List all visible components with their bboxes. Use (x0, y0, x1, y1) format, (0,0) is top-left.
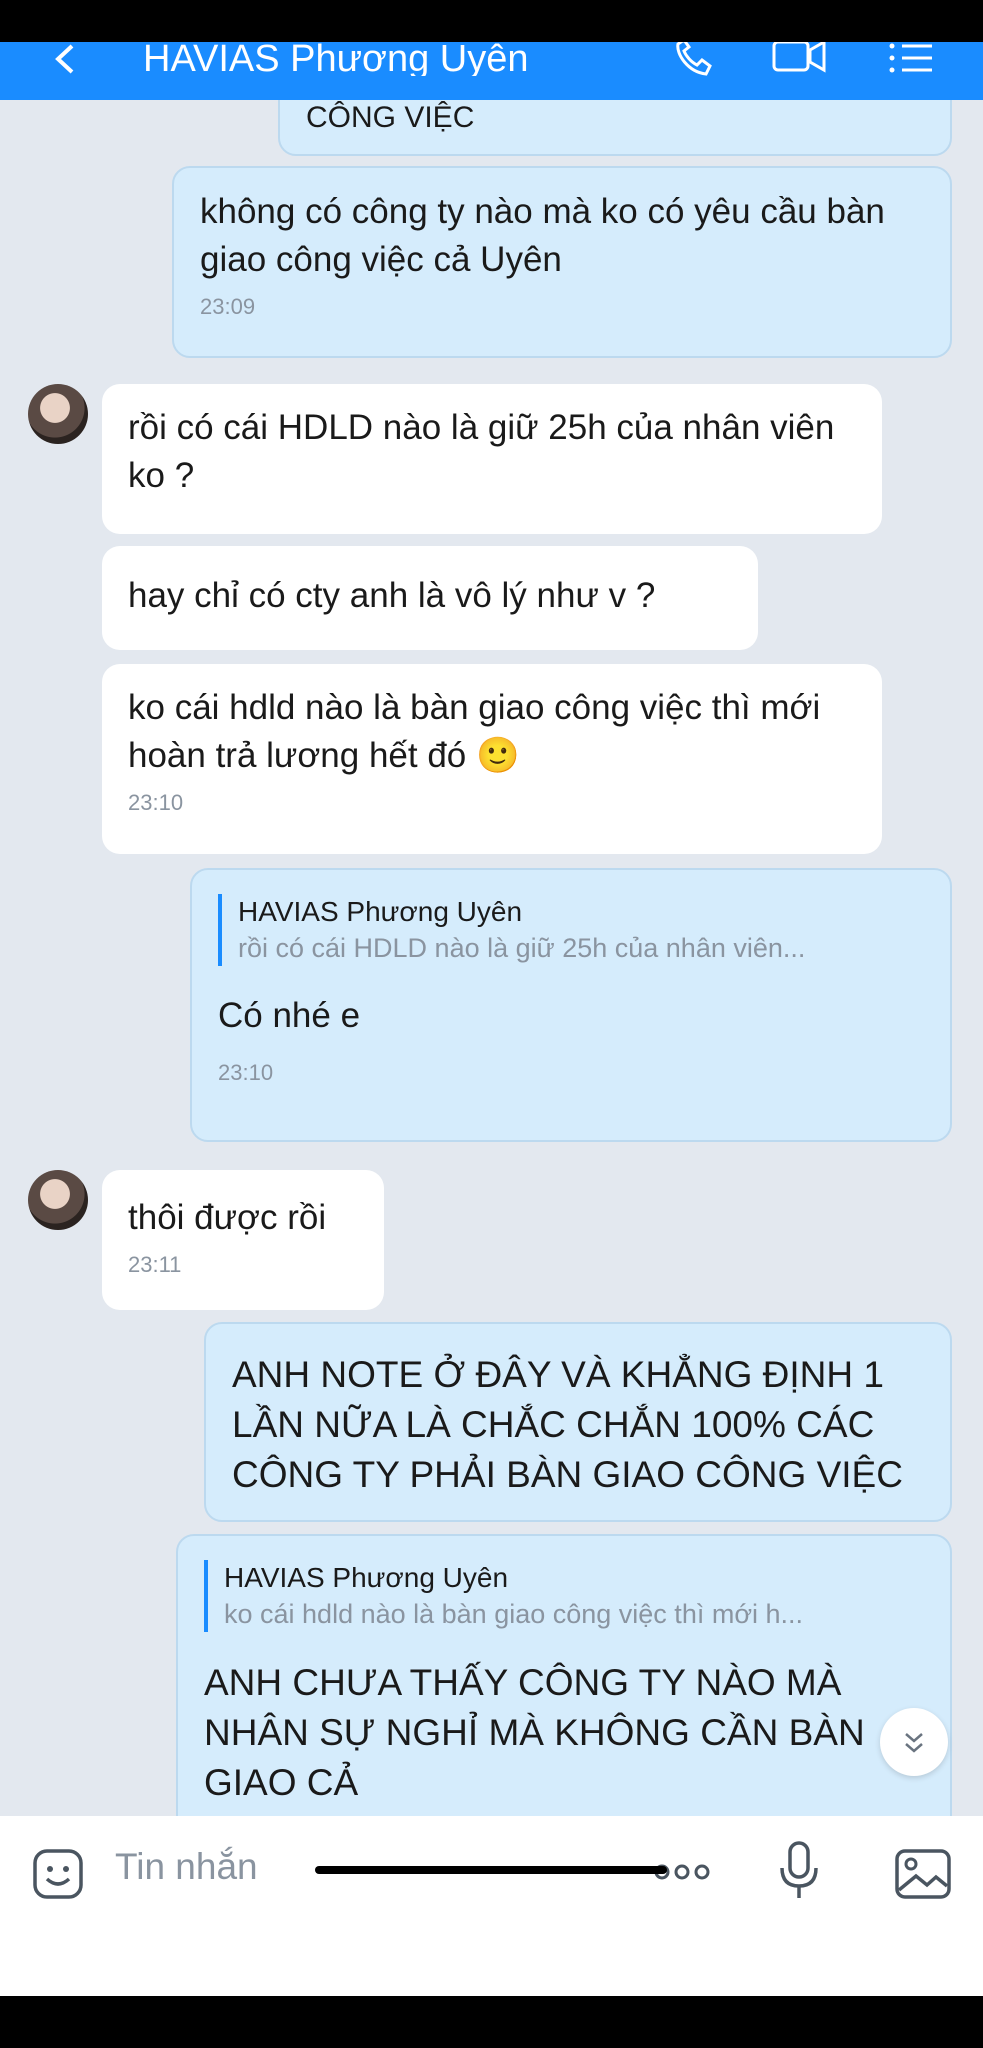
message-bubble-incoming[interactable]: rồi có cái HDLD nào là giữ 25h của nhân … (102, 384, 882, 534)
message-text: thôi được rồi (128, 1198, 327, 1237)
sticker-icon[interactable] (32, 1848, 84, 1905)
message-text: ko cái hdld nào là bàn giao công việc th… (128, 688, 821, 775)
reply-quote[interactable]: HAVIAS Phương Uyên ko cái hdld nào là bà… (204, 1560, 924, 1632)
smile-emoji-icon: 🙂 (476, 736, 520, 775)
message-bubble-incoming[interactable]: hay chỉ có cty anh là vô lý như v ? (102, 546, 758, 650)
menu-icon[interactable] (886, 42, 936, 78)
phone-icon[interactable] (668, 37, 718, 78)
message-timestamp: 23:09 (200, 294, 256, 319)
quote-author: HAVIAS Phương Uyên (238, 896, 523, 927)
quote-author: HAVIAS Phương Uyên (224, 1562, 509, 1593)
double-chevron-down-icon[interactable] (880, 1708, 948, 1776)
more-icon[interactable] (652, 1860, 712, 1889)
message-text: CÔNG VIỆC (306, 101, 475, 134)
message-bubble-outgoing[interactable]: không có công ty nào mà ko có yêu cầu bà… (172, 166, 952, 358)
reply-quote[interactable]: HAVIAS Phương Uyên rồi có cái HDLD nào l… (218, 894, 924, 966)
message-timestamp: 23:10 (128, 790, 184, 815)
message-text: hay chỉ có cty anh là vô lý như v ? (128, 576, 656, 615)
message-input[interactable]: Tin nhắn (115, 1846, 258, 1888)
message-bubble-outgoing[interactable]: HAVIAS Phương Uyên rồi có cái HDLD nào l… (190, 868, 952, 1142)
status-bar (0, 0, 983, 42)
message-bubble-outgoing[interactable]: CÔNG VIỆC (278, 100, 952, 156)
message-text: rồi có cái HDLD nào là giữ 25h của nhân … (128, 408, 835, 495)
message-timestamp: 23:10 (218, 1060, 274, 1085)
avatar[interactable] (28, 384, 88, 444)
message-list[interactable]: CÔNG VIỆC không có công ty nào mà ko có … (0, 100, 983, 1816)
message-input-bar: Tin nhắn (0, 1816, 983, 1996)
message-bubble-incoming[interactable]: thôi được rồi 23:11 (102, 1170, 384, 1310)
video-call-icon[interactable] (770, 39, 826, 78)
avatar[interactable] (28, 1170, 88, 1230)
bottom-bar (0, 1996, 983, 2048)
message-text: ANH CHƯA THẤY CÔNG TY NÀO MÀ NHÂN SỰ NGH… (204, 1662, 865, 1803)
message-text: Có nhé e (218, 996, 361, 1035)
page-title[interactable]: HAVIAS Phương Uyên (143, 42, 529, 76)
message-timestamp: 23:11 (128, 1252, 182, 1277)
home-indicator (315, 1866, 667, 1874)
message-text: không có công ty nào mà ko có yêu cầu bà… (200, 192, 885, 279)
chat-header: HAVIAS Phương Uyên (0, 37, 983, 100)
quote-text: rồi có cái HDLD nào là giữ 25h của nhân … (238, 933, 806, 963)
chevron-left-icon[interactable] (50, 42, 80, 76)
microphone-icon[interactable] (776, 1840, 822, 1907)
message-text: ANH NOTE Ở ĐÂY VÀ KHẲNG ĐỊNH 1 LẦN NỮA L… (232, 1354, 903, 1495)
message-bubble-incoming[interactable]: ko cái hdld nào là bàn giao công việc th… (102, 664, 882, 854)
message-bubble-outgoing[interactable]: ANH NOTE Ở ĐÂY VÀ KHẲNG ĐỊNH 1 LẦN NỮA L… (204, 1322, 952, 1522)
image-icon[interactable] (894, 1848, 952, 1905)
quote-text: ko cái hdld nào là bàn giao công việc th… (224, 1599, 804, 1629)
message-bubble-outgoing[interactable]: HAVIAS Phương Uyên ko cái hdld nào là bà… (176, 1534, 952, 1816)
